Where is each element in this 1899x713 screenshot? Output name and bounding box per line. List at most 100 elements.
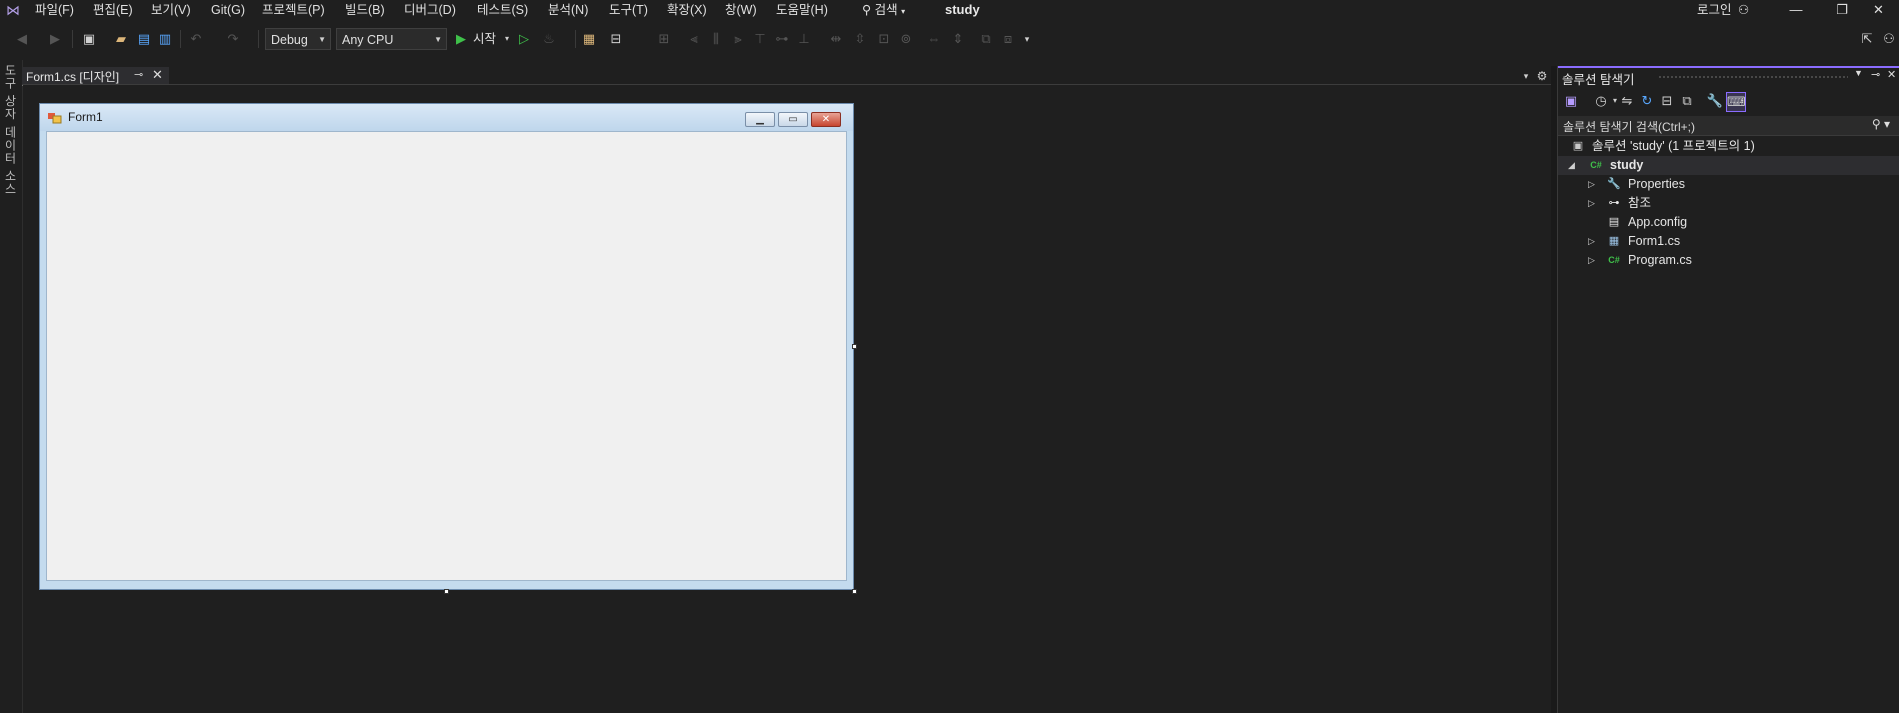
collapse-all-icon[interactable]: ⊟ [1658,92,1676,110]
switch-views-icon[interactable]: ▣ [1562,92,1580,110]
navigate-forward-icon[interactable]: ▶ [46,30,64,48]
live-share-icon[interactable]: ⚇ [1880,30,1898,48]
menu-build[interactable]: 빌드(B) [345,2,385,18]
menu-analyze[interactable]: 분석(N) [548,2,588,18]
hot-reload-icon[interactable]: ♨ [540,30,558,48]
references-icon: ⊶ [1608,197,1620,209]
global-search-button[interactable]: ⚲ 검색 ▾ [862,2,905,18]
collapsed-arrow-icon[interactable]: ▷ [1588,232,1595,251]
make-same-size-icon[interactable]: ⊡ [875,30,893,48]
close-tab-icon[interactable]: ✕ [152,67,163,83]
new-project-icon[interactable]: ▣ [80,30,98,48]
save-all-icon[interactable]: ▥ [156,30,174,48]
form-close-icon[interactable]: ✕ [811,112,841,127]
share-icon[interactable]: ⇱ [1858,30,1876,48]
account-settings-icon[interactable]: ⚇ [1738,2,1749,18]
tree-appconfig-node[interactable]: ▤ App.config [1558,213,1899,232]
refresh-icon[interactable]: ↻ [1638,92,1656,110]
undo-icon[interactable]: ↶ [187,30,205,48]
resize-handle-corner[interactable] [852,589,857,594]
start-debugging-icon[interactable]: ▶ [452,30,470,48]
menu-help[interactable]: 도움말(H) [776,2,828,18]
tree-solution-node[interactable]: ▣ 솔루션 'study' (1 프로젝트의 1) [1558,137,1899,156]
start-without-debugging-icon[interactable]: ▷ [515,30,533,48]
toolbar-overflow-icon[interactable]: ▾ [1018,30,1036,48]
menu-tools[interactable]: 도구(T) [609,2,648,18]
menu-project[interactable]: 프로젝트(P) [262,2,325,18]
vertical-spacing-icon[interactable]: ⇕ [949,30,967,48]
start-button-label[interactable]: 시작 [473,31,496,47]
tree-properties-node[interactable]: ▷ 🔧 Properties [1558,175,1899,194]
pin-icon[interactable]: ⊸ [1871,68,1880,81]
form1-window[interactable]: Form1 ▁ ▭ ✕ [39,103,854,590]
form-minimize-icon[interactable]: ▁ [745,112,775,127]
save-icon[interactable]: ▤ [135,30,153,48]
resize-handle-right[interactable] [852,344,857,349]
align-rights-icon[interactable]: ⫸ [729,30,747,48]
form-client-area[interactable] [46,131,847,581]
form-maximize-icon[interactable]: ▭ [778,112,808,127]
tree-references-node[interactable]: ▷ ⊶ 참조 [1558,194,1899,213]
data-sources-tab[interactable]: 데이터 소스 [2,126,19,195]
window-position-dropdown-icon[interactable]: ▼ [1854,68,1863,78]
horizontal-spacing-icon[interactable]: ⇔ [925,30,943,48]
align-tops-icon[interactable]: ⊤ [751,30,769,48]
expanded-arrow-icon[interactable]: ◢ [1568,156,1575,175]
solution-explorer-panel: 솔루션 탐색기 ▼ ⊸ ✕ ▣ ◷ ▾ ⇋ ↻ ⊟ ⧉ 🔧 ⌨ 솔루션 탐색기 … [1557,66,1899,713]
align-to-grid-icon[interactable]: ⊞ [655,30,673,48]
align-lefts-icon[interactable]: ⫷ [685,30,703,48]
drag-grip[interactable] [1658,75,1848,79]
close-icon[interactable]: ✕ [1887,68,1896,81]
make-same-width-icon[interactable]: ⇹ [827,30,845,48]
open-file-icon[interactable]: ▰ [112,30,130,48]
sync-with-document-icon[interactable]: ⇋ [1618,92,1636,110]
search-icon[interactable]: ⚲ ▾ [1872,117,1890,131]
menu-view[interactable]: 보기(V) [151,2,191,18]
show-all-files-icon[interactable]: ⧉ [1678,92,1696,110]
size-to-grid-icon[interactable]: ⊚ [897,30,915,48]
tree-label: Program.cs [1628,253,1692,267]
collapsed-arrow-icon[interactable]: ▷ [1588,194,1595,213]
chevron-down-icon: ▼ [318,35,326,44]
minimize-icon[interactable]: — [1773,0,1819,20]
bring-to-front-icon[interactable]: ⧉ [977,30,995,48]
pin-icon[interactable]: ⊸ [134,68,143,81]
menu-window[interactable]: 창(W) [725,2,757,18]
navigate-back-icon[interactable]: ◀ [13,30,31,48]
properties-wrench-icon[interactable]: 🔧 [1706,92,1724,110]
preview-selected-items-icon[interactable]: ⌨ [1726,92,1746,112]
menu-extensions[interactable]: 확장(X) [667,2,707,18]
menu-git[interactable]: Git(G) [211,2,245,18]
align-bottoms-icon[interactable]: ⊥ [795,30,813,48]
platform-select[interactable]: Any CPU ▼ [336,28,447,50]
menu-edit[interactable]: 편집(E) [93,2,133,18]
tree-label: App.config [1628,215,1688,229]
visual-studio-logo-icon[interactable]: ⋈ [2,1,24,19]
align-centers-icon[interactable]: ⫼ [707,30,725,48]
close-icon[interactable]: ✕ [1858,0,1899,20]
collapsed-arrow-icon[interactable]: ▷ [1588,251,1595,270]
form-title-bar[interactable]: Form1 ▁ ▭ ✕ [40,104,853,131]
menu-test[interactable]: 테스트(S) [477,2,528,18]
solution-folder-icon[interactable]: ▦ [580,30,598,48]
settings-gear-icon[interactable]: ⚙ [1533,67,1551,85]
login-link[interactable]: 로그인 [1697,2,1732,18]
make-same-height-icon[interactable]: ⇳ [851,30,869,48]
configuration-select[interactable]: Debug ▼ [265,28,331,50]
collapsed-arrow-icon[interactable]: ▷ [1588,175,1595,194]
send-to-back-icon[interactable]: ⧈ [999,30,1017,48]
align-middles-icon[interactable]: ⊶ [773,30,791,48]
menu-debug[interactable]: 디버그(D) [404,2,456,18]
tree-label: 솔루션 'study' (1 프로젝트의 1) [1592,139,1755,153]
tree-form1-node[interactable]: ▷ ▦ Form1.cs [1558,232,1899,251]
menu-file[interactable]: 파일(F) [35,2,74,18]
tree-program-node[interactable]: ▷ C# Program.cs [1558,251,1899,270]
solution-explorer-search-input[interactable]: 솔루션 탐색기 검색(Ctrl+;) ⚲ ▾ [1558,116,1899,136]
redo-icon[interactable]: ↷ [224,30,242,48]
chevron-down-icon[interactable]: ▾ [498,30,516,48]
tab-order-icon[interactable]: ⊟ [607,30,625,48]
resize-handle-bottom[interactable] [444,589,449,594]
form-app-icon [48,112,62,124]
toolbox-tab[interactable]: 도구 상자 [2,64,19,120]
tree-project-node[interactable]: ◢ C# study [1558,156,1899,175]
